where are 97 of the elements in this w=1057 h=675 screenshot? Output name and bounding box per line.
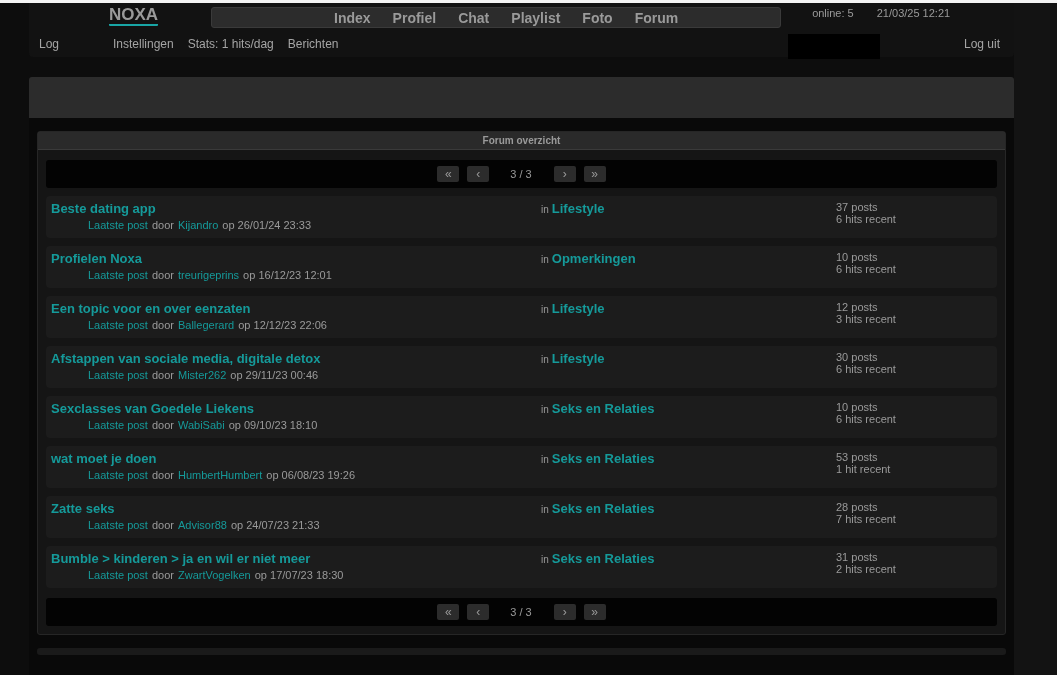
last-post-link[interactable]: Laatste post bbox=[88, 369, 148, 381]
user-link[interactable]: WabiSabi bbox=[177, 419, 225, 431]
hit-count: 6 hits recent bbox=[836, 363, 896, 375]
previous-page-button[interactable]: ‹ bbox=[467, 604, 490, 620]
topic-title-link[interactable]: Beste dating app bbox=[51, 201, 541, 217]
by-label: door bbox=[151, 419, 174, 431]
nav-link[interactable]: Foto bbox=[571, 8, 624, 27]
date-time: 21/03/25 12:21 bbox=[876, 7, 951, 19]
in-label: in bbox=[541, 454, 549, 465]
by-label: door bbox=[151, 519, 174, 531]
last-page-button[interactable]: » bbox=[583, 604, 606, 620]
post-date: op 16/12/23 12:01 bbox=[243, 269, 332, 281]
post-date: op 24/07/23 21:33 bbox=[230, 519, 320, 531]
nav-link[interactable]: Profiel bbox=[381, 8, 448, 27]
category-link[interactable]: Opmerkingen bbox=[551, 251, 636, 267]
last-post-link[interactable]: Laatste post bbox=[88, 319, 148, 331]
topic-title-link[interactable]: Een topic voor en over eenzaten bbox=[51, 301, 541, 317]
by-label: door bbox=[151, 269, 174, 281]
post-count: 53 posts bbox=[836, 451, 879, 463]
category-link[interactable]: Seks en Relaties bbox=[551, 451, 655, 467]
previous-page-button[interactable]: ‹ bbox=[467, 166, 490, 182]
next-page-button[interactable]: › bbox=[553, 166, 576, 182]
post-date: op 12/12/23 22:06 bbox=[238, 319, 327, 331]
post-date: op 26/01/24 23:33 bbox=[222, 219, 312, 231]
first-page-button[interactable]: « bbox=[437, 604, 460, 620]
online-count: online: 5 bbox=[812, 7, 854, 19]
hit-count: 6 hits recent bbox=[836, 213, 896, 225]
post-date: op 09/10/23 18:10 bbox=[228, 419, 318, 431]
post-date: op 29/11/23 00:46 bbox=[230, 369, 319, 381]
by-label: door bbox=[151, 369, 174, 381]
last-post-link[interactable]: Laatste post bbox=[88, 519, 148, 531]
last-post-link[interactable]: Laatste post bbox=[88, 569, 148, 581]
post-count: 12 posts bbox=[836, 301, 879, 313]
post-count: 30 posts bbox=[836, 351, 879, 363]
site-logo[interactable]: NOXA bbox=[109, 5, 159, 26]
hit-count: 6 hits recent bbox=[836, 263, 896, 275]
hit-count: 2 hits recent bbox=[836, 563, 896, 575]
last-page-button[interactable]: » bbox=[583, 166, 606, 182]
logout-link[interactable]: Log uit bbox=[963, 37, 1000, 51]
post-count: 28 posts bbox=[836, 501, 879, 513]
nav-link[interactable]: Chat bbox=[447, 8, 501, 27]
user-link[interactable]: Ballegerard bbox=[177, 319, 235, 331]
page-indicator: 3 / 3 bbox=[510, 168, 532, 180]
by-label: door bbox=[151, 469, 174, 481]
nav-link[interactable]: Index bbox=[323, 8, 382, 27]
topic-title-link[interactable]: Zatte seks bbox=[51, 501, 541, 517]
hit-count: 6 hits recent bbox=[836, 413, 896, 425]
panel-title: Forum overzicht bbox=[38, 132, 1005, 150]
post-date: op 06/08/23 19:26 bbox=[266, 469, 356, 481]
topic-title-link[interactable]: Sexclasses van Goedele Liekens bbox=[51, 401, 541, 417]
post-count: 31 posts bbox=[836, 551, 879, 563]
category-link[interactable]: Seks en Relaties bbox=[551, 551, 655, 567]
user-link[interactable]: ZwartVogelken bbox=[177, 569, 251, 581]
first-page-button[interactable]: « bbox=[437, 166, 460, 182]
hit-count: 3 hits recent bbox=[836, 313, 896, 325]
menu-link[interactable]: Berichten bbox=[287, 37, 339, 51]
category-link[interactable]: Lifestyle bbox=[551, 201, 605, 217]
by-label: door bbox=[151, 219, 174, 231]
in-label: in bbox=[541, 404, 549, 415]
menu-link[interactable]: Instellingen bbox=[113, 37, 174, 51]
in-label: in bbox=[541, 304, 549, 315]
category-link[interactable]: Seks en Relaties bbox=[551, 401, 655, 417]
category-link[interactable]: Lifestyle bbox=[551, 301, 605, 317]
menu-link[interactable]: Stats: 1 hits/dag bbox=[187, 37, 274, 51]
post-count: 37 posts bbox=[836, 201, 879, 213]
page-indicator: 3 / 3 bbox=[510, 606, 532, 618]
nav-link[interactable]: Playlist bbox=[500, 8, 572, 27]
last-post-link[interactable]: Laatste post bbox=[88, 269, 148, 281]
next-page-button[interactable]: › bbox=[553, 604, 576, 620]
category-link[interactable]: Seks en Relaties bbox=[551, 501, 655, 517]
user-link[interactable]: Advisor88 bbox=[177, 519, 227, 531]
log-link[interactable]: Log bbox=[39, 37, 113, 51]
user-link[interactable]: Mister262 bbox=[177, 369, 227, 381]
in-label: in bbox=[541, 204, 549, 215]
user-link[interactable]: Kijandro bbox=[177, 219, 219, 231]
hit-count: 7 hits recent bbox=[836, 513, 896, 525]
user-link[interactable]: HumbertHumbert bbox=[177, 469, 263, 481]
in-label: in bbox=[541, 554, 549, 565]
in-label: in bbox=[541, 254, 549, 265]
post-count: 10 posts bbox=[836, 401, 879, 413]
last-post-link[interactable]: Laatste post bbox=[88, 419, 148, 431]
by-label: door bbox=[151, 569, 174, 581]
post-date: op 17/07/23 18:30 bbox=[254, 569, 344, 581]
topic-title-link[interactable]: Afstappen van sociale media, digitale detox bbox=[51, 351, 541, 367]
nav-link[interactable]: Forum bbox=[623, 8, 690, 27]
last-post-link[interactable]: Laatste post bbox=[88, 219, 148, 231]
topic-title-link[interactable]: Bumble > kinderen > ja en wil er niet meer bbox=[51, 551, 541, 567]
in-label: in bbox=[541, 504, 549, 515]
category-link[interactable]: Lifestyle bbox=[551, 351, 605, 367]
by-label: door bbox=[151, 319, 174, 331]
post-count: 10 posts bbox=[836, 251, 879, 263]
topic-title-link[interactable]: wat moet je doen bbox=[51, 451, 541, 467]
topic-title-link[interactable]: Profielen Noxa bbox=[51, 251, 541, 267]
user-link[interactable]: treurigeprins bbox=[177, 269, 240, 281]
in-label: in bbox=[541, 354, 549, 365]
last-post-link[interactable]: Laatste post bbox=[88, 469, 148, 481]
hit-count: 1 hit recent bbox=[836, 463, 891, 475]
